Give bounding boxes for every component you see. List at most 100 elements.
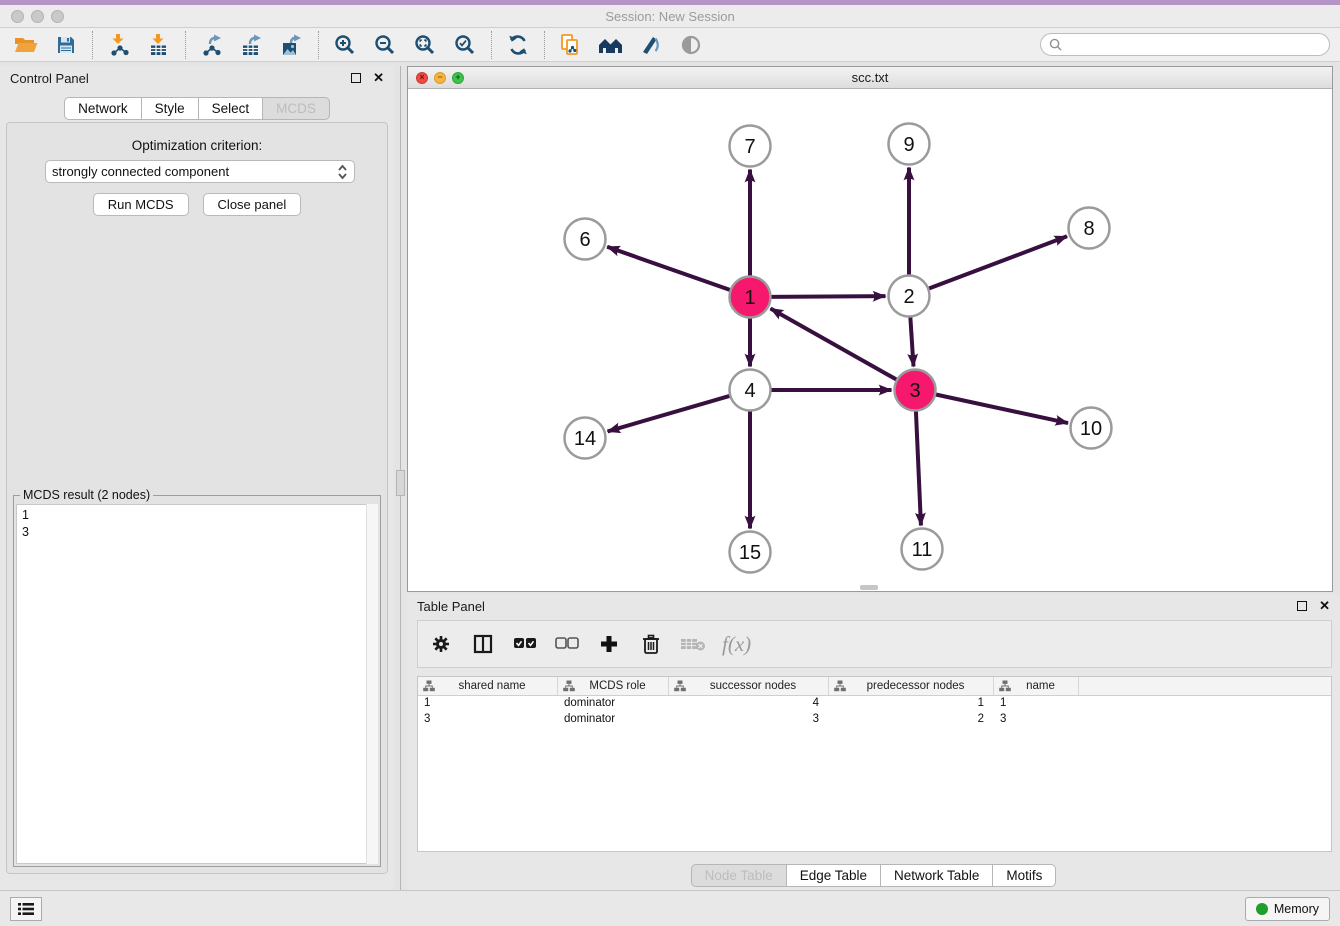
tab-style[interactable]: Style bbox=[142, 97, 199, 120]
table-columns-button[interactable] bbox=[470, 631, 496, 657]
application-window: Session: New Session bbox=[0, 0, 1340, 926]
control-panel: Control Panel ✕ NetworkStyleSelectMCDS O… bbox=[0, 66, 394, 890]
export-image-button[interactable] bbox=[272, 30, 312, 60]
table-toolbar: f(x) bbox=[417, 620, 1332, 668]
close-table-panel-icon[interactable]: ✕ bbox=[1319, 598, 1330, 614]
float-panel-icon[interactable] bbox=[351, 73, 361, 83]
select-all-rows-button[interactable] bbox=[512, 631, 538, 657]
graph-node-label-3: 3 bbox=[909, 380, 920, 402]
graph-node-label-15: 15 bbox=[739, 542, 761, 564]
open-session-button[interactable] bbox=[6, 30, 46, 60]
control-panel-title: Control Panel bbox=[10, 71, 89, 86]
deselect-all-rows-button[interactable] bbox=[554, 631, 580, 657]
network-window-title: scc.txt bbox=[408, 70, 1332, 85]
tab-select[interactable]: Select bbox=[199, 97, 264, 120]
search-input[interactable] bbox=[1062, 38, 1329, 52]
splitter-grip-icon[interactable] bbox=[396, 470, 405, 496]
table-cell[interactable]: dominator bbox=[558, 712, 669, 728]
graph-edge-1-2[interactable] bbox=[769, 296, 885, 297]
list-icon bbox=[18, 902, 34, 916]
graph-node-label-6: 6 bbox=[579, 229, 590, 251]
toolbar-separator bbox=[318, 31, 319, 59]
column-header-MCDS-role[interactable]: MCDS role bbox=[558, 677, 669, 695]
import-network-icon bbox=[108, 34, 130, 56]
memory-button[interactable]: Memory bbox=[1245, 897, 1330, 921]
table-cell[interactable]: dominator bbox=[558, 696, 669, 712]
table-cell[interactable]: 2 bbox=[829, 712, 994, 728]
table-cell[interactable]: 1 bbox=[418, 696, 558, 712]
table-row[interactable]: 3dominator323 bbox=[418, 712, 1331, 728]
run-mcds-button[interactable]: Run MCDS bbox=[93, 193, 189, 216]
zoom-out-icon bbox=[374, 34, 396, 56]
export-network-button[interactable] bbox=[192, 30, 232, 60]
network-canvas[interactable]: 7968124314101511 bbox=[408, 89, 1332, 591]
table-cell[interactable]: 4 bbox=[669, 696, 829, 712]
tab-network-table[interactable]: Network Table bbox=[881, 864, 993, 887]
task-history-button[interactable] bbox=[10, 897, 42, 921]
add-column-button[interactable] bbox=[596, 631, 622, 657]
tab-mcds[interactable]: MCDS bbox=[263, 97, 330, 120]
network-overview-button[interactable] bbox=[591, 30, 631, 60]
window-title: Session: New Session bbox=[0, 9, 1340, 24]
graph-edge-2-8[interactable] bbox=[927, 236, 1067, 289]
tab-network[interactable]: Network bbox=[64, 97, 142, 120]
graph-edge-3-1[interactable] bbox=[770, 309, 898, 381]
table-cell[interactable]: 1 bbox=[994, 696, 1079, 712]
apply-style-button[interactable] bbox=[631, 30, 671, 60]
clone-network-button[interactable] bbox=[551, 30, 591, 60]
tab-edge-table[interactable]: Edge Table bbox=[787, 864, 881, 887]
mcds-panel: Optimization criterion: strongly connect… bbox=[6, 122, 388, 874]
hierarchy-icon bbox=[674, 680, 686, 692]
zoom-fit-button[interactable] bbox=[405, 30, 445, 60]
table-cell[interactable]: 3 bbox=[669, 712, 829, 728]
tab-motifs[interactable]: Motifs bbox=[993, 864, 1056, 887]
apply-layout-button[interactable] bbox=[498, 30, 538, 60]
table-row[interactable]: 1dominator411 bbox=[418, 696, 1331, 712]
mcds-result-group: MCDS result (2 nodes) 1 3 bbox=[13, 495, 381, 867]
graph-edge-3-11[interactable] bbox=[916, 409, 921, 525]
save-session-button[interactable] bbox=[46, 30, 86, 60]
close-panel-button[interactable]: Close panel bbox=[203, 193, 302, 216]
search-field[interactable] bbox=[1040, 33, 1330, 56]
zoom-in-button[interactable] bbox=[325, 30, 365, 60]
column-header-shared-name[interactable]: shared name bbox=[418, 677, 558, 695]
column-header-successor-nodes[interactable]: successor nodes bbox=[669, 677, 829, 695]
table-cell[interactable]: 3 bbox=[994, 712, 1079, 728]
tab-node-table[interactable]: Node Table bbox=[691, 864, 787, 887]
table-tabs: Node TableEdge TableNetwork TableMotifs bbox=[407, 864, 1340, 887]
zoom-out-button[interactable] bbox=[365, 30, 405, 60]
panel-splitter[interactable] bbox=[394, 66, 407, 890]
table-cell[interactable]: 3 bbox=[418, 712, 558, 728]
delete-column-button[interactable] bbox=[638, 631, 664, 657]
graphics-details-button[interactable] bbox=[671, 30, 711, 60]
graph-edge-2-3[interactable] bbox=[910, 315, 913, 366]
float-table-panel-icon[interactable] bbox=[1297, 601, 1307, 611]
column-header-name[interactable]: name bbox=[994, 677, 1079, 695]
function-builder-button[interactable]: f(x) bbox=[722, 632, 751, 657]
graph-edge-1-6[interactable] bbox=[607, 247, 731, 291]
result-scrollbar[interactable] bbox=[366, 504, 378, 864]
houses-icon bbox=[598, 35, 624, 55]
clone-network-icon bbox=[559, 33, 583, 57]
graph-edge-3-10[interactable] bbox=[934, 394, 1068, 423]
mcds-result-text[interactable]: 1 3 bbox=[16, 504, 378, 864]
delete-table-icon bbox=[680, 636, 706, 652]
canvas-hscroll-thumb[interactable] bbox=[860, 585, 878, 590]
close-panel-icon[interactable]: ✕ bbox=[373, 70, 384, 86]
import-table-button[interactable] bbox=[139, 30, 179, 60]
criterion-dropdown[interactable]: strongly connected component bbox=[45, 160, 355, 183]
import-network-button[interactable] bbox=[99, 30, 139, 60]
delete-table-button[interactable] bbox=[680, 631, 706, 657]
hierarchy-icon bbox=[423, 680, 435, 692]
style-brush-icon bbox=[640, 34, 662, 56]
column-header-predecessor-nodes[interactable]: predecessor nodes bbox=[829, 677, 994, 695]
import-table-icon bbox=[148, 34, 170, 56]
graph-edge-4-14[interactable] bbox=[608, 395, 732, 431]
table-cell[interactable]: 1 bbox=[829, 696, 994, 712]
network-graph[interactable]: 7968124314101511 bbox=[408, 89, 1332, 591]
hierarchy-icon bbox=[999, 680, 1011, 692]
table-settings-button[interactable] bbox=[428, 631, 454, 657]
trash-icon bbox=[641, 633, 661, 655]
export-table-button[interactable] bbox=[232, 30, 272, 60]
zoom-selected-button[interactable] bbox=[445, 30, 485, 60]
